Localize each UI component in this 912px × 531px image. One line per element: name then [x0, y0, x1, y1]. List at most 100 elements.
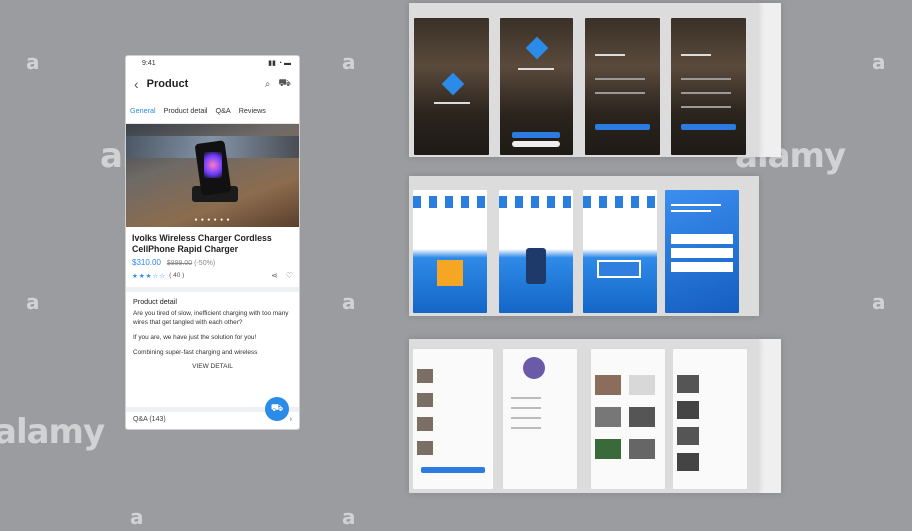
- line: [595, 92, 645, 94]
- watermark: a: [342, 50, 356, 74]
- option-card: [671, 234, 733, 244]
- product-card: [595, 375, 621, 395]
- line: [671, 204, 721, 206]
- product-card: [629, 407, 655, 427]
- login-screen: [585, 18, 660, 155]
- carousel-dots[interactable]: ● ● ● ● ● ●: [126, 217, 299, 223]
- button-shape: [681, 124, 736, 130]
- heart-icon[interactable]: ♡: [286, 271, 293, 280]
- welcome-info-screen: [665, 190, 739, 313]
- board-fold: [759, 3, 781, 157]
- onboarding-screen-1: [413, 190, 487, 313]
- product-image[interactable]: ● ● ● ● ● ●: [126, 124, 299, 227]
- cart-fab-icon[interactable]: ⛟: [265, 397, 289, 421]
- watermark: a: [26, 290, 40, 314]
- sport-shoes-list-screen: [673, 349, 747, 489]
- product-thumb: [417, 417, 433, 431]
- back-icon[interactable]: ‹: [134, 76, 139, 92]
- product-name: Ivolks Wireless Charger Cordless CellPho…: [132, 233, 272, 254]
- line: [511, 397, 541, 399]
- detail-paragraph: Combining super-fast charging and wirele…: [133, 349, 258, 356]
- option-card: [671, 262, 733, 272]
- avatar: [523, 357, 545, 379]
- rating-count: ( 40 ): [169, 272, 185, 279]
- profile-menu-screen: [503, 349, 577, 489]
- line: [681, 78, 731, 80]
- watermark: a: [342, 505, 356, 529]
- button-shape: [421, 467, 485, 473]
- detail-paragraph: If you are, we have just the solution fo…: [133, 334, 257, 341]
- line: [681, 92, 731, 94]
- welcome-screen: [500, 18, 573, 155]
- delivery-truck-icon: [597, 260, 641, 278]
- detail-paragraph: Are you tired of slow, inefficient charg…: [133, 310, 289, 326]
- tab-general[interactable]: General: [130, 106, 156, 115]
- product-price: $310.00: [132, 258, 161, 267]
- phone-chat-icon: [526, 248, 546, 284]
- tab-qa[interactable]: Q&A: [216, 106, 231, 115]
- onboarding-screen-2: [499, 190, 573, 313]
- page-title: Product: [146, 78, 189, 90]
- share-icon[interactable]: ⋖: [271, 271, 278, 280]
- price-row: $310.00 $899.00 (-50%): [132, 258, 293, 267]
- product-phone-screen: 9:41 ▮▮ ◔ ▬ ‹ Product ⌕ ⛟ General Produc…: [126, 56, 299, 429]
- awning: [499, 196, 573, 208]
- button-shape: [512, 141, 560, 147]
- button-shape: [595, 124, 650, 130]
- product-thumb: [677, 375, 699, 393]
- discount: (-50%): [194, 260, 216, 267]
- line: [595, 78, 645, 80]
- tab-product-detail[interactable]: Product detail: [164, 106, 208, 115]
- mockup-board-login: [409, 3, 759, 157]
- signup-screen: [671, 18, 746, 155]
- mockup-board-shop: [409, 339, 759, 493]
- option-card: [671, 248, 733, 258]
- line: [511, 417, 541, 419]
- logo-icon: [525, 36, 549, 60]
- product-thumb: [417, 441, 433, 455]
- mockup-board-onboarding: [409, 176, 759, 316]
- button-shape: [512, 132, 560, 138]
- product-card: [595, 439, 621, 459]
- product-thumb: [677, 453, 699, 471]
- product-card: [629, 375, 655, 395]
- watermark: a: [26, 50, 40, 74]
- line: [434, 102, 470, 104]
- product-thumb: [677, 401, 699, 419]
- product-thumb: [677, 427, 699, 445]
- splash-screen: [414, 18, 489, 155]
- logo-icon: [441, 72, 465, 96]
- awning: [413, 196, 487, 208]
- watermark: a: [342, 290, 356, 314]
- product-thumb: [417, 369, 433, 383]
- search-icon[interactable]: ⌕: [265, 79, 271, 90]
- product-thumb: [417, 393, 433, 407]
- status-bar: 9:41 ▮▮ ◔ ▬: [126, 56, 299, 70]
- line: [518, 68, 554, 70]
- watermark: a: [872, 50, 886, 74]
- watermark: alamy: [0, 412, 105, 452]
- status-time: 9:41: [142, 59, 156, 67]
- onboarding-screen-3: [583, 190, 657, 313]
- awning: [583, 196, 657, 208]
- cart-screen: [413, 349, 493, 489]
- rating-stars: ★★★☆☆: [132, 272, 167, 280]
- board-fold: [759, 339, 781, 493]
- watermark: a: [130, 505, 144, 529]
- screen-glow: [204, 152, 222, 178]
- nav-bar: ‹ Product ⌕ ⛟: [126, 70, 299, 98]
- line: [671, 210, 711, 212]
- qa-label: Q&A (143): [133, 416, 166, 423]
- sport-shoes-grid-screen: [591, 349, 665, 489]
- chevron-right-icon: ›: [289, 416, 292, 423]
- cart-icon[interactable]: ⛟: [278, 78, 291, 91]
- line: [511, 407, 541, 409]
- line: [595, 54, 625, 56]
- product-card: [595, 407, 621, 427]
- rating-row: ★★★☆☆ ( 40 ) ⋖ ♡: [132, 271, 293, 280]
- line: [681, 106, 731, 108]
- view-detail-link[interactable]: VIEW DETAIL: [133, 362, 292, 371]
- tab-reviews[interactable]: Reviews: [239, 106, 266, 115]
- product-detail-section: Product detail Are you tired of slow, in…: [126, 292, 299, 376]
- product-card: [629, 439, 655, 459]
